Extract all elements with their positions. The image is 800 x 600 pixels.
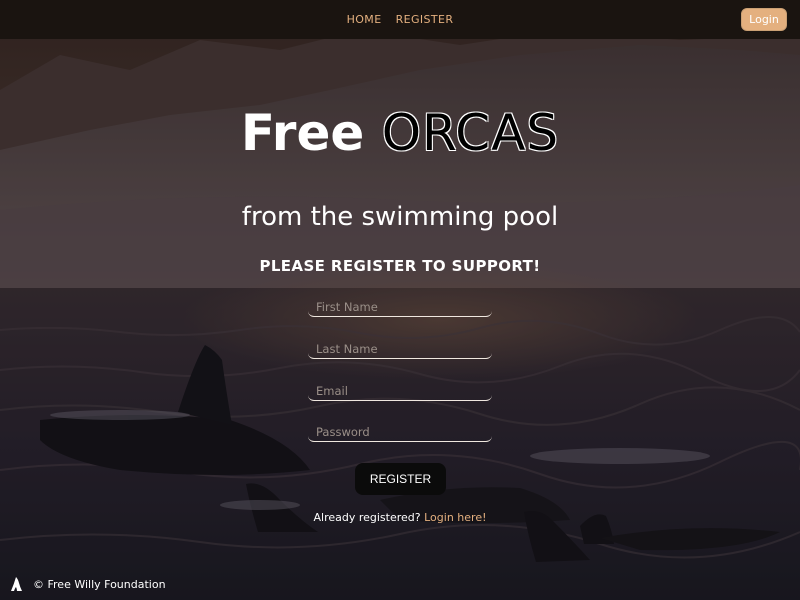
register-submit-button[interactable]: REGISTER (355, 463, 446, 495)
hero-title: Free ORCAS (0, 104, 800, 162)
hero-title-prefix: Free (240, 104, 365, 162)
last-name-field[interactable] (308, 339, 492, 359)
navbar: HOME REGISTER Login (0, 0, 800, 39)
login-here-link[interactable]: Login here! (424, 511, 486, 524)
orca-fin-icon (11, 577, 22, 591)
footer: © Free Willy Foundation (9, 576, 166, 592)
hero-title-highlight: ORCAS (381, 104, 560, 162)
page: HOME REGISTER Login Free ORCAS from the … (0, 0, 800, 600)
footer-copyright: © Free Willy Foundation (33, 577, 166, 591)
password-field[interactable] (308, 422, 492, 442)
hero-subtitle: from the swimming pool (241, 202, 559, 232)
login-button[interactable]: Login (741, 8, 787, 31)
already-registered: Already registered? Login here! (0, 511, 800, 524)
nav-home-link[interactable]: HOME (347, 13, 382, 26)
nav-links: HOME REGISTER (0, 0, 800, 39)
email-field[interactable] (308, 381, 492, 401)
nav-register-link[interactable]: REGISTER (396, 13, 454, 26)
register-prompt: PLEASE REGISTER TO SUPPORT! (259, 257, 541, 275)
first-name-field[interactable] (308, 297, 492, 317)
already-registered-text: Already registered? (313, 511, 421, 524)
